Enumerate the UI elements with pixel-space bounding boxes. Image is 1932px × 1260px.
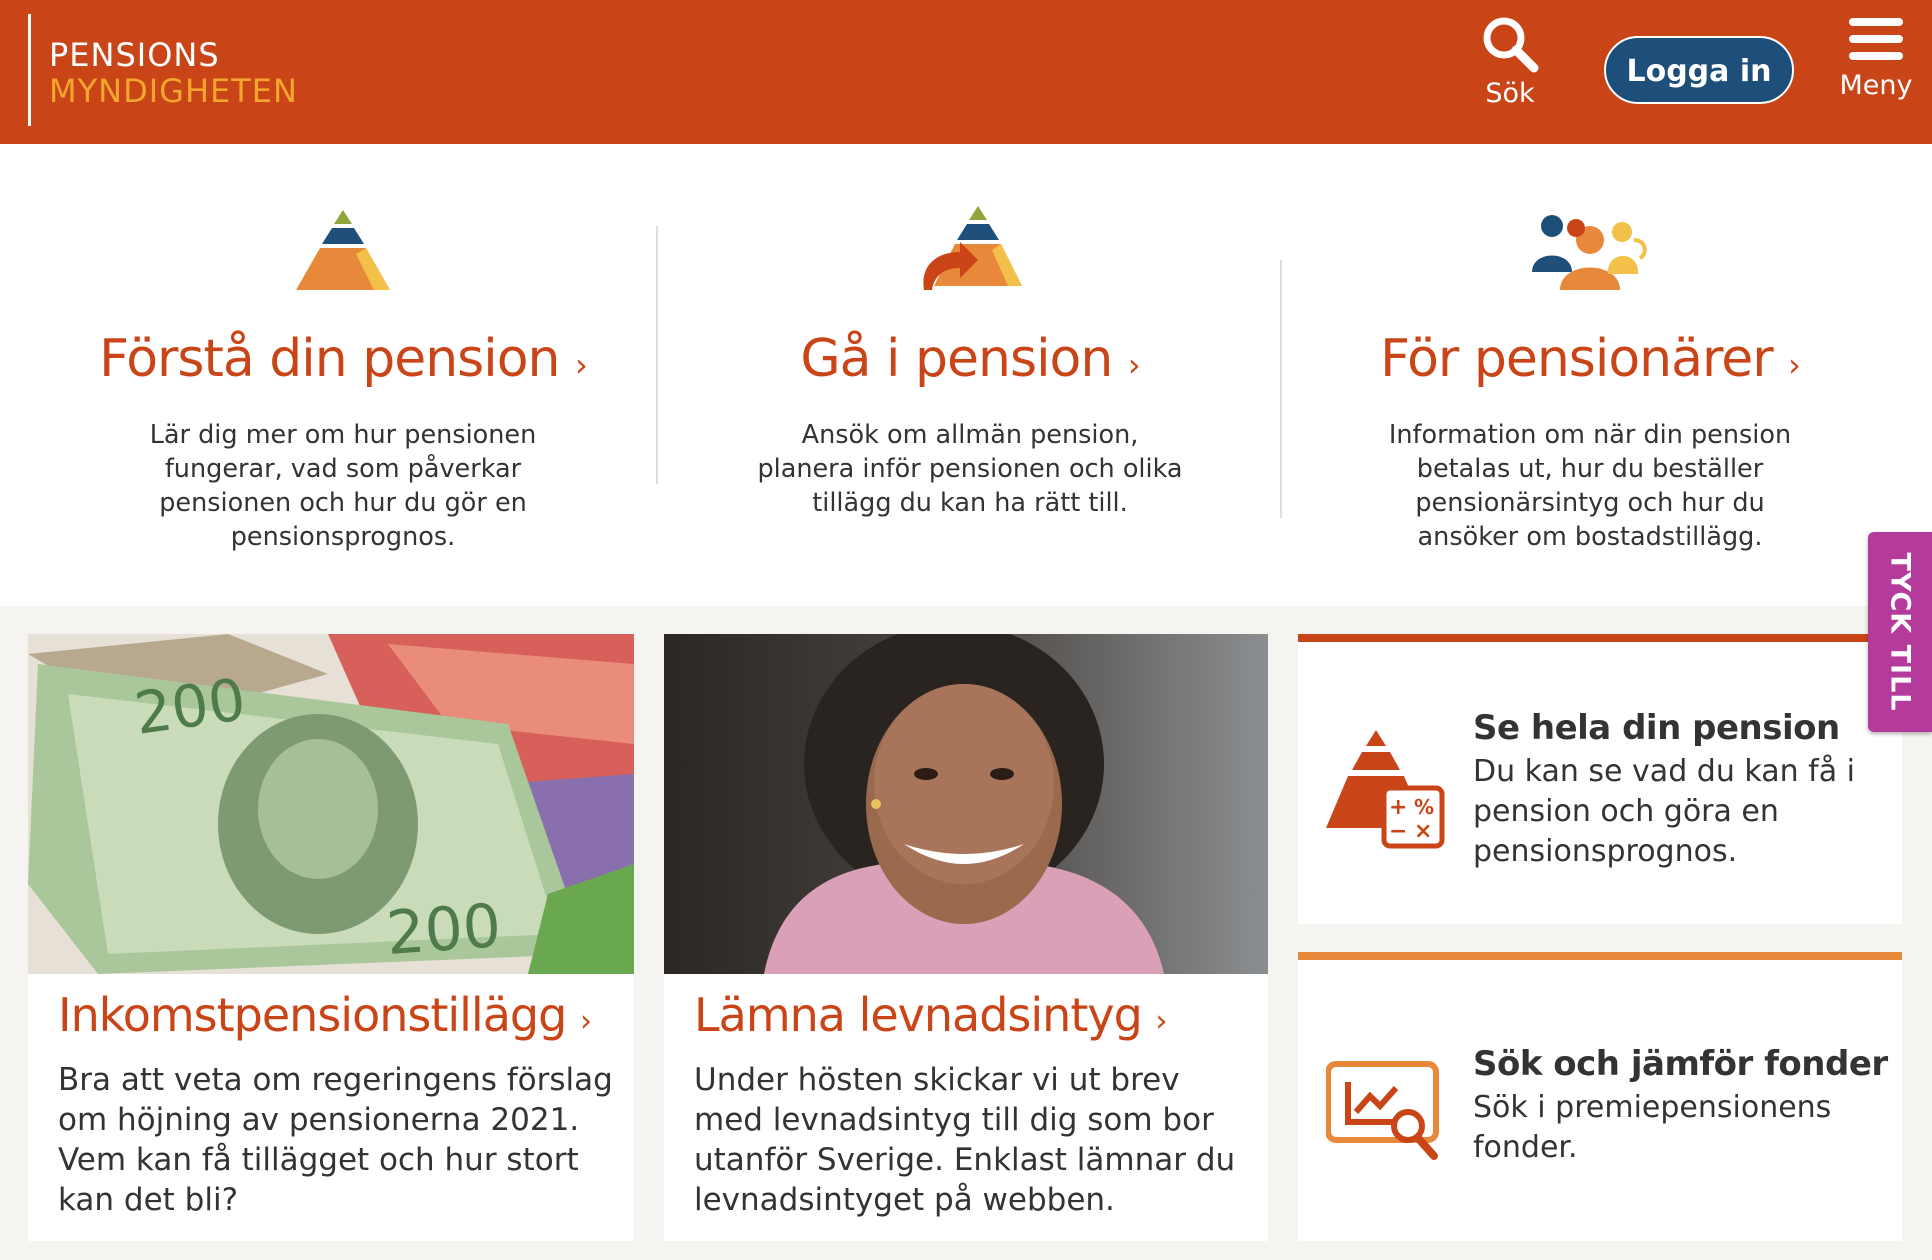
svg-text:−: − — [1389, 819, 1407, 844]
svg-text:×: × — [1414, 819, 1432, 844]
logo-line1: PENSIONS — [49, 36, 220, 74]
login-button[interactable]: Logga in — [1604, 36, 1794, 104]
svg-text:200: 200 — [384, 891, 503, 969]
card-levnadsintyg[interactable]: Lämna levnadsintyg › Under hösten skicka… — [664, 634, 1268, 1241]
search-button[interactable]: Sök — [1460, 10, 1560, 120]
intro-description: Lär dig mer om hur pensionen fungerar, v… — [149, 420, 537, 552]
pyramid-arrow-icon — [690, 190, 1250, 290]
column-divider — [656, 226, 658, 484]
hamburger-icon — [1830, 18, 1922, 60]
card-title[interactable]: Inkomstpensionstillägg › — [58, 988, 592, 1042]
search-icon — [1483, 17, 1539, 73]
pyramid-calculator-icon: + % − × — [1326, 730, 1446, 854]
side-card-description: Du kan se vad du kan få i pension och gö… — [1473, 754, 1855, 869]
fund-chart-search-icon — [1325, 1060, 1446, 1168]
card-description: Under hösten skickar vi ut brev med levn… — [694, 1062, 1236, 1218]
card-sok-och-jamfor-fonder[interactable]: Sök och jämför fonder Sök i premiepensio… — [1298, 952, 1902, 1241]
column-divider — [1280, 260, 1282, 518]
pensioners-group-icon — [1310, 190, 1870, 290]
menu-label: Meny — [1839, 70, 1913, 101]
pensionsmyndigheten-logo[interactable]: PENSIONS MYNDIGHETEN — [28, 14, 297, 126]
banknotes-photo: 200 200 — [28, 634, 634, 974]
pyramid-icon — [63, 190, 623, 290]
side-card-title[interactable]: Se hela din pension — [1473, 708, 1840, 748]
intro-understand-pension[interactable]: Förstå din pension › Lär dig mer om hur … — [63, 190, 623, 554]
card-inkomstpensionstillagg[interactable]: 200 200 Inkomstpensionstillägg › Bra att… — [28, 634, 634, 1241]
card-title[interactable]: Lämna levnadsintyg › — [694, 988, 1167, 1042]
intro-description: Information om när din pension betalas u… — [1388, 420, 1792, 552]
side-card-description: Sök i premiepensionens fonder. — [1473, 1090, 1832, 1165]
logo-line2: MYNDIGHETEN — [49, 72, 298, 110]
smiling-woman-photo — [664, 634, 1268, 974]
intro-pensioners[interactable]: För pensionärer › Information om när din… — [1310, 190, 1870, 554]
intro-title[interactable]: Gå i pension › — [690, 324, 1250, 400]
card-description: Bra att veta om regeringens förslag om h… — [58, 1062, 613, 1218]
feedback-tab[interactable]: TYCK TILL — [1868, 532, 1932, 732]
intro-title[interactable]: För pensionärer › — [1310, 324, 1870, 400]
feedback-label: TYCK TILL — [1884, 552, 1916, 712]
intro-description: Ansök om allmän pension, planera inför p… — [757, 420, 1183, 518]
svg-text:+: + — [1389, 795, 1407, 820]
intro-retire[interactable]: Gå i pension › Ansök om allmän pension, … — [690, 190, 1250, 520]
site-header: PENSIONS MYNDIGHETEN Sök Logga in Meny — [0, 0, 1932, 144]
search-label: Sök — [1485, 78, 1535, 109]
intro-title[interactable]: Förstå din pension › — [63, 324, 623, 400]
svg-text:%: % — [1414, 795, 1434, 819]
menu-button[interactable]: Meny — [1830, 18, 1922, 128]
side-card-title[interactable]: Sök och jämför fonder — [1473, 1044, 1888, 1084]
card-se-hela-din-pension[interactable]: + % − × Se hela din pension Du kan se va… — [1298, 634, 1902, 924]
